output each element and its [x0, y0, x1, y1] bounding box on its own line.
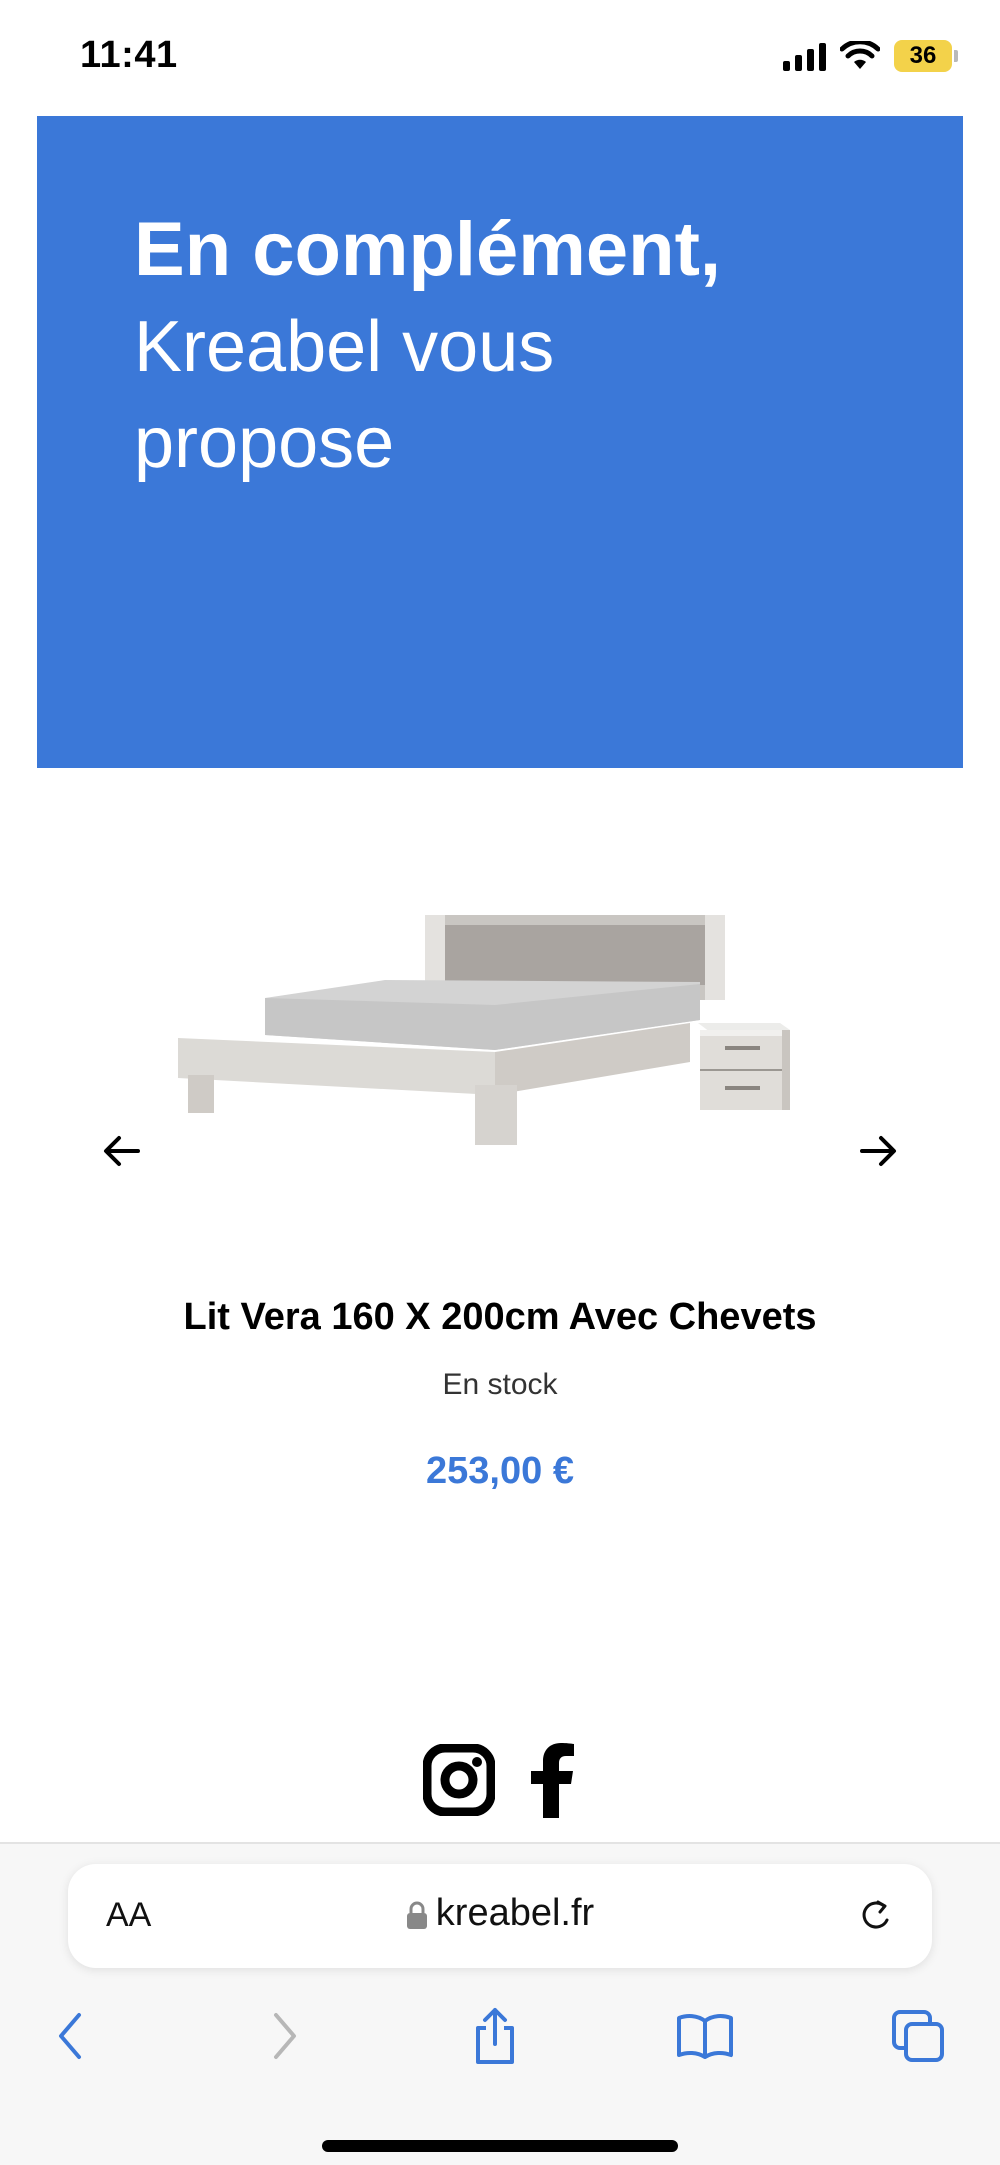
status-icons: 36 — [783, 40, 958, 72]
facebook-icon[interactable] — [529, 1742, 577, 1818]
bookmarks-icon[interactable] — [665, 1996, 745, 2076]
product-carousel — [0, 850, 1000, 1270]
cellular-signal-icon — [783, 41, 826, 71]
product-image[interactable] — [170, 880, 830, 1220]
banner-subheading-line-2: propose — [134, 403, 395, 483]
product-stock-status: En stock — [442, 1368, 558, 1401]
battery-level: 36 — [894, 40, 952, 72]
banner-heading: En complément, — [134, 207, 721, 292]
social-links — [0, 1742, 1000, 1818]
promo-banner: En complément, Kreabel vous propose — [37, 116, 963, 768]
instagram-icon[interactable] — [423, 1744, 495, 1816]
tabs-icon[interactable] — [878, 1996, 958, 2076]
home-indicator — [322, 2140, 678, 2152]
wifi-icon — [840, 41, 880, 69]
banner-subheading-line-1: Kreabel vous — [134, 307, 555, 387]
address-bar[interactable]: AA kreabel.fr — [68, 1864, 932, 1968]
lock-icon — [406, 1901, 427, 1929]
share-icon[interactable] — [455, 1996, 535, 2076]
carousel-prev-arrow-icon[interactable] — [96, 1125, 148, 1177]
product-title[interactable]: Lit Vera 160 X 200cm Avec Chevets — [0, 1296, 1000, 1339]
forward-icon[interactable] — [245, 1996, 325, 2076]
carousel-next-arrow-icon[interactable] — [852, 1125, 904, 1177]
browser-toolbar: AA kreabel.fr — [0, 1842, 1000, 2165]
status-bar: 11:41 36 — [0, 0, 1000, 110]
battery-icon: 36 — [894, 40, 958, 72]
url-field[interactable]: kreabel.fr — [68, 1892, 932, 1935]
status-time: 11:41 — [80, 34, 178, 76]
product-price: 253,00 € — [426, 1450, 574, 1492]
reload-icon[interactable] — [852, 1892, 900, 1940]
back-icon[interactable] — [30, 1996, 110, 2076]
browser-nav-row — [0, 1996, 1000, 2076]
url-text: kreabel.fr — [435, 1892, 595, 1934]
